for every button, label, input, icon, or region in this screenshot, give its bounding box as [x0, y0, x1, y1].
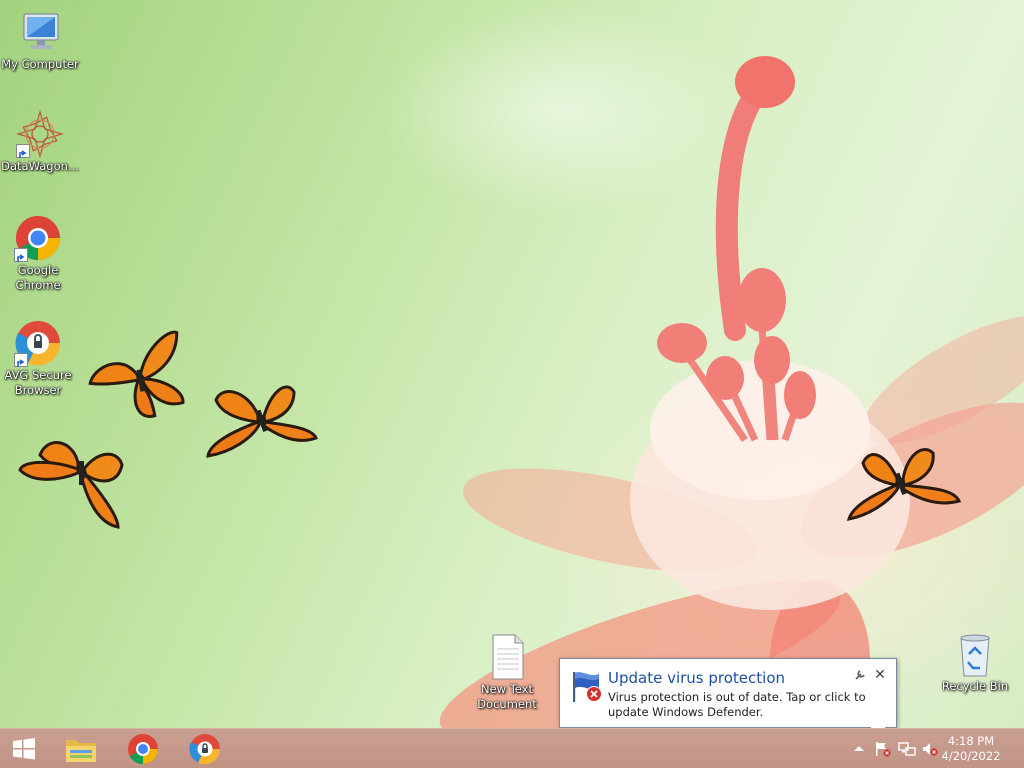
icon-label: My Computer	[1, 57, 79, 71]
file-explorer-taskbar-button[interactable]	[52, 729, 110, 769]
icon-label: Google Chrome	[15, 263, 61, 292]
icon-label: AVG Secure Browser	[4, 368, 72, 397]
file-explorer-icon	[66, 740, 96, 762]
shortcut-arrow-icon	[14, 353, 28, 367]
butterfly-decoration	[88, 330, 185, 418]
shortcut-arrow-icon	[14, 248, 28, 262]
avg-browser-taskbar-button[interactable]	[176, 729, 234, 769]
computer-icon	[16, 8, 64, 56]
butterfly-decoration	[206, 385, 318, 458]
windows-logo-icon	[13, 738, 35, 760]
clock-date: 4/20/2022	[941, 749, 1001, 763]
avg-browser-icon	[14, 319, 62, 367]
google-chrome-shortcut[interactable]: Google Chrome	[0, 214, 78, 293]
datawagon-shortcut[interactable]: DataWagon...	[0, 109, 80, 174]
butterfly-decoration	[18, 441, 124, 529]
icon-label: DataWagon...	[1, 159, 79, 173]
avg-browser-icon	[189, 734, 221, 765]
network-icon[interactable]	[898, 741, 916, 757]
windows-defender-flag-icon	[569, 670, 603, 708]
my-computer-shortcut[interactable]: My Computer	[0, 8, 80, 72]
notification-title: Update virus protection	[608, 669, 786, 687]
wrench-icon[interactable]	[853, 669, 867, 683]
datawagon-icon	[15, 109, 65, 159]
start-button[interactable]	[0, 729, 48, 769]
avg-secure-browser-shortcut[interactable]: AVG Secure Browser	[0, 319, 78, 398]
notification-message: Virus protection is out of date. Tap or …	[608, 690, 866, 719]
recycle-bin-icon	[951, 630, 999, 678]
volume-muted-icon[interactable]	[921, 741, 938, 757]
desktop: My Computer DataWagon... Google Chrome A…	[0, 0, 1024, 728]
recycle-bin[interactable]: Recycle Bin	[935, 630, 1015, 694]
close-icon[interactable]: ✕	[873, 668, 887, 682]
show-hidden-icons[interactable]	[851, 741, 867, 757]
taskbar: 4:18 PM 4/20/2022	[0, 728, 1024, 768]
chrome-icon	[128, 734, 158, 765]
update-virus-protection-notification[interactable]: Update virus protection Virus protection…	[559, 658, 897, 728]
text-document-icon	[483, 633, 531, 681]
butterfly-decoration	[846, 447, 962, 521]
chrome-icon	[14, 214, 62, 262]
action-center-flag-icon[interactable]	[874, 741, 891, 757]
icon-label: New Text Document	[477, 682, 537, 711]
shortcut-arrow-icon	[16, 144, 30, 158]
clock-time: 4:18 PM	[947, 734, 995, 748]
system-clock[interactable]: 4:18 PM 4/20/2022	[936, 734, 1006, 764]
icon-label: Recycle Bin	[941, 679, 1009, 693]
new-text-document[interactable]: New Text Document	[467, 633, 547, 712]
chrome-taskbar-button[interactable]	[114, 729, 172, 769]
